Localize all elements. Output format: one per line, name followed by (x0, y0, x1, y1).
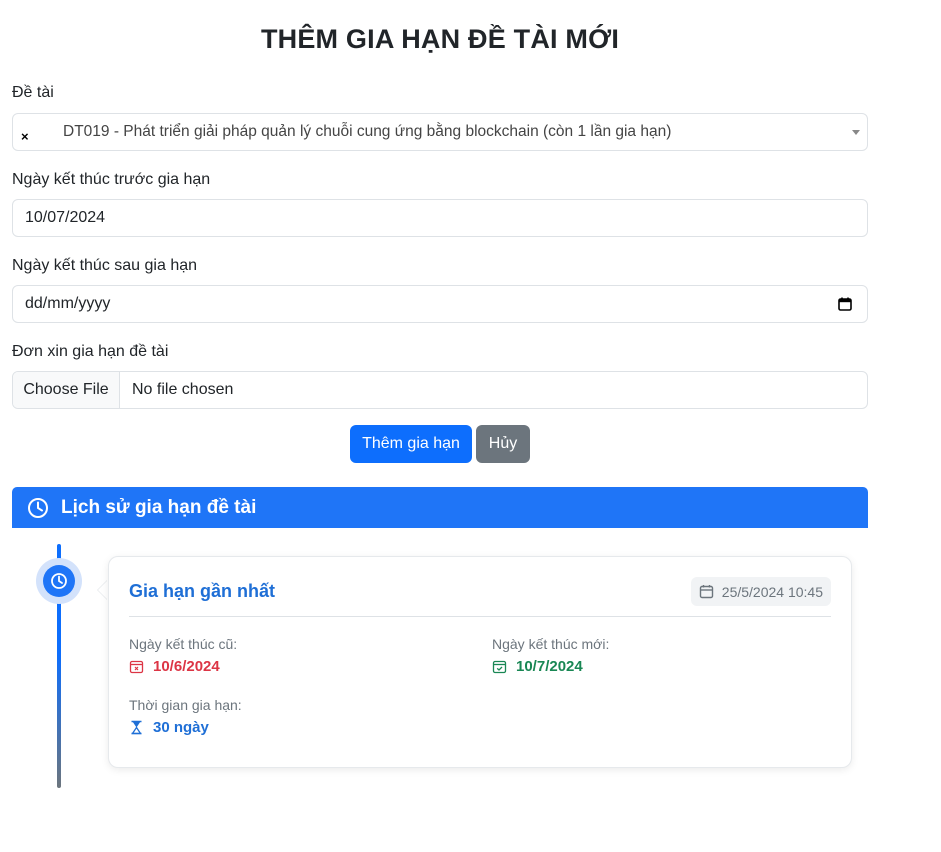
calendar-icon (699, 585, 713, 599)
duration-value-row: 30 ngày (129, 719, 209, 736)
duration-value: 30 ngày (153, 719, 209, 736)
request-label: Đơn xin gia hạn đề tài (12, 343, 169, 360)
topic-select[interactable]: × DT019 - Phát triển giải pháp quản lý c… (12, 113, 868, 151)
calendar-check-icon (492, 660, 507, 674)
clear-icon[interactable]: × (21, 130, 29, 143)
card-pointer (98, 580, 108, 600)
history-entry-card: Gia hạn gần nhất 25/5/2024 10:45 Ngày kế… (108, 556, 852, 768)
new-end-value-row: 10/7/2024 (492, 658, 583, 675)
calendar-icon[interactable] (838, 297, 852, 311)
add-extension-button[interactable]: Thêm gia hạn (350, 425, 472, 463)
calendar-x-icon (129, 660, 144, 674)
divider (129, 616, 831, 617)
old-end-value-row: 10/6/2024 (129, 658, 220, 675)
page-title: THÊM GIA HẠN ĐỀ TÀI MỚI (260, 24, 620, 54)
old-end-label: Ngày kết thúc cũ: (129, 636, 238, 652)
timestamp: 25/5/2024 10:45 (721, 583, 823, 600)
topic-label: Đề tài (12, 84, 54, 101)
clock-icon (51, 573, 67, 589)
entry-title: Gia hạn gần nhất (129, 581, 276, 601)
choose-file-button[interactable]: Choose File (13, 372, 120, 408)
history-title: Lịch sử gia hạn đề tài (61, 496, 257, 518)
file-status: No file chosen (132, 381, 234, 398)
end-before-label: Ngày kết thúc trước gia hạn (12, 171, 211, 188)
end-after-placeholder: dd/mm/yyyy (25, 295, 111, 312)
chevron-down-icon (852, 130, 860, 135)
new-end-label: Ngày kết thúc mới: (492, 636, 610, 652)
timeline-marker (36, 558, 82, 604)
timestamp-badge: 25/5/2024 10:45 (690, 577, 831, 606)
new-end-value: 10/7/2024 (516, 658, 583, 675)
cancel-button[interactable]: Hủy (476, 425, 530, 463)
end-after-label: Ngày kết thúc sau gia hạn (12, 257, 198, 274)
end-after-input[interactable]: dd/mm/yyyy (12, 285, 868, 323)
topic-selected-value: DT019 - Phát triển giải pháp quản lý chu… (63, 123, 672, 140)
history-header: Lịch sử gia hạn đề tài (12, 487, 868, 528)
end-before-input[interactable]: 10/07/2024 (12, 199, 868, 237)
duration-label: Thời gian gia hạn: (129, 697, 242, 713)
hourglass-icon (131, 720, 142, 735)
clock-icon (28, 497, 48, 518)
request-file-input[interactable]: Choose File No file chosen (12, 371, 868, 409)
old-end-value: 10/6/2024 (153, 658, 220, 675)
end-before-value: 10/07/2024 (25, 209, 106, 226)
